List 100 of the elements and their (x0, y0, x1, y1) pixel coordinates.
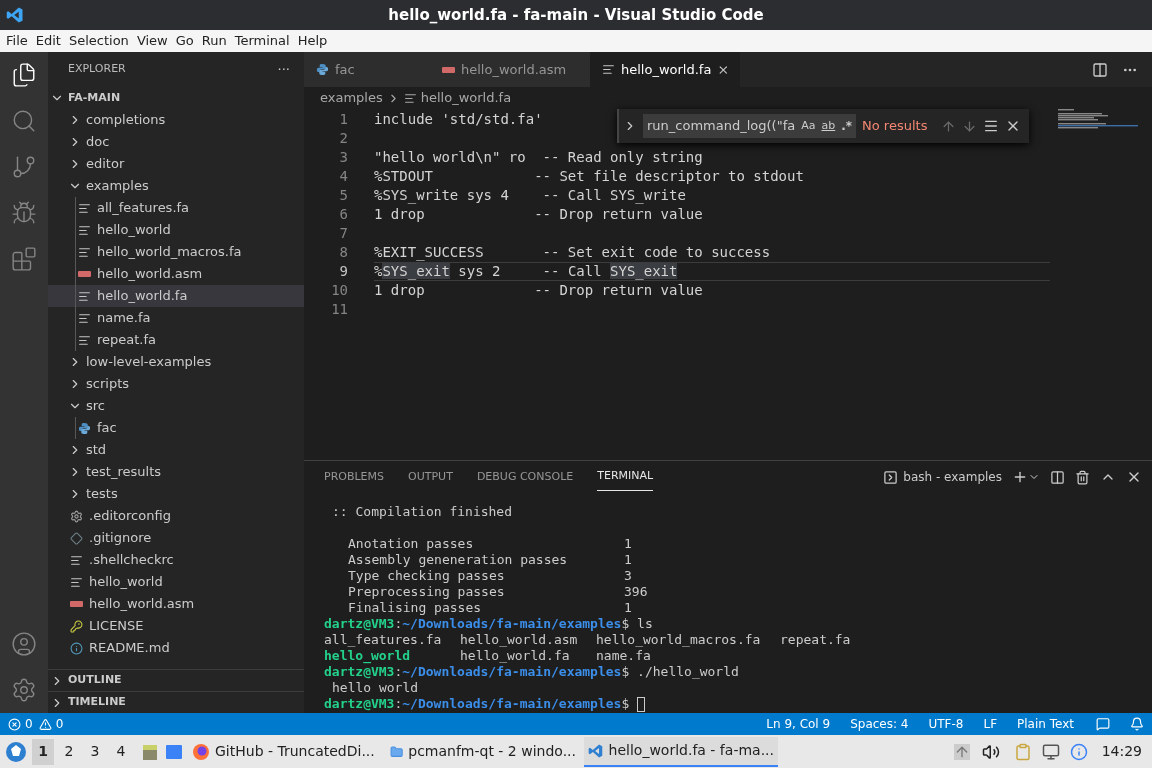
status-item[interactable]: Plain Text (1017, 715, 1074, 733)
panel-tab[interactable]: OUTPUT (408, 463, 453, 491)
extensions-icon[interactable] (11, 246, 37, 272)
breadcrumb-item[interactable]: hello_world.fa (420, 88, 512, 108)
files-icon[interactable] (11, 62, 37, 88)
terminal-text: Anotation passes (348, 536, 474, 551)
explorer-folder[interactable]: tests (48, 483, 304, 505)
terminal-text: 1 (624, 536, 632, 552)
explorer-entry[interactable]: hello_world.asm (48, 593, 304, 615)
menu-item[interactable]: Edit (31, 31, 65, 51)
menu-icon[interactable] (983, 118, 1000, 134)
menu-item[interactable]: Selection (64, 31, 133, 51)
notification-icon[interactable] (1069, 742, 1088, 761)
explorer-entry[interactable]: hello_world (48, 219, 304, 241)
terminal-text: : (394, 696, 403, 712)
section-header[interactable]: OUTLINE (48, 669, 304, 691)
editor-tab[interactable]: fac (304, 52, 430, 87)
error-count[interactable]: 0 (25, 715, 33, 733)
taskbar-window[interactable]: GitHub - TruncatedDi... (188, 736, 382, 767)
workspace-button[interactable]: 4 (110, 738, 132, 765)
folder-header[interactable]: FA-MAIN (48, 87, 304, 109)
lines-icon (78, 245, 91, 259)
match-case-toggle[interactable]: Aa (801, 117, 816, 135)
arrow-down-icon[interactable] (962, 118, 978, 134)
explorer-folder[interactable]: low-level-examples (48, 351, 304, 373)
split-terminal-icon[interactable] (1050, 469, 1065, 485)
bell-icon[interactable] (1130, 717, 1144, 731)
terminal-text: hello_world_macros.fa (596, 632, 761, 647)
panel-tab[interactable]: DEBUG CONSOLE (476, 463, 574, 491)
explorer-folder[interactable]: std (48, 439, 304, 461)
find-field[interactable]: run_command_log(("fa Aa ab .* (643, 114, 857, 138)
terminal-icon (883, 469, 899, 485)
editor-tab[interactable]: hello_world.fa (590, 52, 740, 87)
account-icon[interactable] (11, 631, 37, 657)
explorer-folder[interactable]: doc (48, 131, 304, 153)
menu-item[interactable]: Go (171, 31, 198, 51)
code-line: %EXIT_SUCCESS -- Set exit code to success (374, 243, 771, 263)
info-icon (70, 641, 83, 655)
more-button[interactable]: ··· (277, 59, 290, 80)
explorer-entry[interactable]: .gitignore (48, 527, 304, 549)
lines-icon (70, 553, 83, 567)
search-icon[interactable] (11, 108, 37, 134)
menu-item[interactable]: Run (197, 31, 231, 51)
settings-icon[interactable] (11, 677, 37, 703)
explorer-entry[interactable]: name.fa (48, 307, 304, 329)
editor-tab[interactable]: hello_world.asm (430, 52, 590, 87)
terminal-text: Assembly geneneration passes (348, 552, 568, 567)
plus-icon[interactable] (1012, 469, 1028, 485)
workspace-button[interactable]: 2 (58, 738, 80, 765)
debug-icon[interactable] (11, 200, 37, 226)
explorer-entry[interactable]: .shellcheckrc (48, 549, 304, 571)
warning-count[interactable]: 0 (55, 715, 64, 733)
explorer-entry[interactable]: hello_world.asm (48, 263, 304, 285)
status-item[interactable]: Ln 9, Col 9 (766, 715, 831, 733)
terminal-text: ~/Downloads/fa-main/examples (402, 664, 622, 680)
lines-icon (602, 63, 615, 76)
explorer-entry[interactable]: .editorconfig (48, 505, 304, 527)
clipboard-icon[interactable] (1013, 742, 1032, 761)
workspace-button[interactable]: 1 (32, 738, 54, 765)
warning-icon[interactable] (38, 717, 52, 731)
trash-icon[interactable] (1075, 469, 1090, 485)
terminal-selector[interactable]: bash - examples (903, 468, 1002, 486)
workspace-button[interactable]: 3 (84, 738, 106, 765)
whole-word-toggle[interactable]: ab (821, 117, 836, 135)
explorer-folder[interactable]: test_results (48, 461, 304, 483)
explorer-entry[interactable]: hello_world.fa (48, 285, 304, 307)
explorer-folder[interactable]: src (48, 395, 304, 417)
panel-tab[interactable]: PROBLEMS (324, 463, 385, 491)
explorer-entry[interactable]: repeat.fa (48, 329, 304, 351)
explorer-folder[interactable]: examples (48, 175, 304, 197)
explorer-entry[interactable]: fac (48, 417, 304, 439)
status-item[interactable]: LF (983, 715, 998, 733)
status-item[interactable]: Spaces: 4 (850, 715, 909, 733)
panel-tab[interactable]: TERMINAL (597, 463, 654, 491)
split-editor-icon[interactable] (1092, 61, 1108, 78)
explorer-folder[interactable]: scripts (48, 373, 304, 395)
feedback-icon[interactable] (1096, 717, 1110, 731)
status-item[interactable]: UTF-8 (928, 715, 964, 733)
explorer-entry[interactable]: README.md (48, 637, 304, 659)
explorer-entry[interactable]: all_features.fa (48, 197, 304, 219)
menu-item[interactable]: Terminal (230, 31, 294, 51)
menu-item[interactable]: File (2, 31, 32, 51)
explorer-entry[interactable]: LICENSE (48, 615, 304, 637)
error-icon[interactable] (8, 717, 21, 731)
start-menu-icon[interactable] (4, 739, 28, 764)
volume-icon[interactable] (981, 742, 1000, 761)
explorer-entry[interactable]: hello_world_macros.fa (48, 241, 304, 263)
breadcrumb-item[interactable]: examples (320, 88, 383, 108)
line-number: 6 (338, 205, 348, 224)
menu-item[interactable]: View (132, 31, 172, 51)
line-number: 3 (338, 148, 348, 167)
explorer-folder[interactable]: completions (48, 109, 304, 131)
menu-item[interactable]: Help (293, 31, 332, 51)
taskbar-window[interactable]: hello_world.fa - fa-ma... (584, 736, 778, 767)
branch-icon[interactable] (11, 154, 37, 180)
terminal-text: $ ls (621, 616, 653, 632)
regex-toggle[interactable]: .* (841, 117, 853, 135)
taskbar-window[interactable]: pcmanfm-qt - 2 windo... (386, 736, 580, 767)
explorer-folder[interactable]: editor (48, 153, 304, 175)
explorer-entry[interactable]: hello_world (48, 571, 304, 593)
